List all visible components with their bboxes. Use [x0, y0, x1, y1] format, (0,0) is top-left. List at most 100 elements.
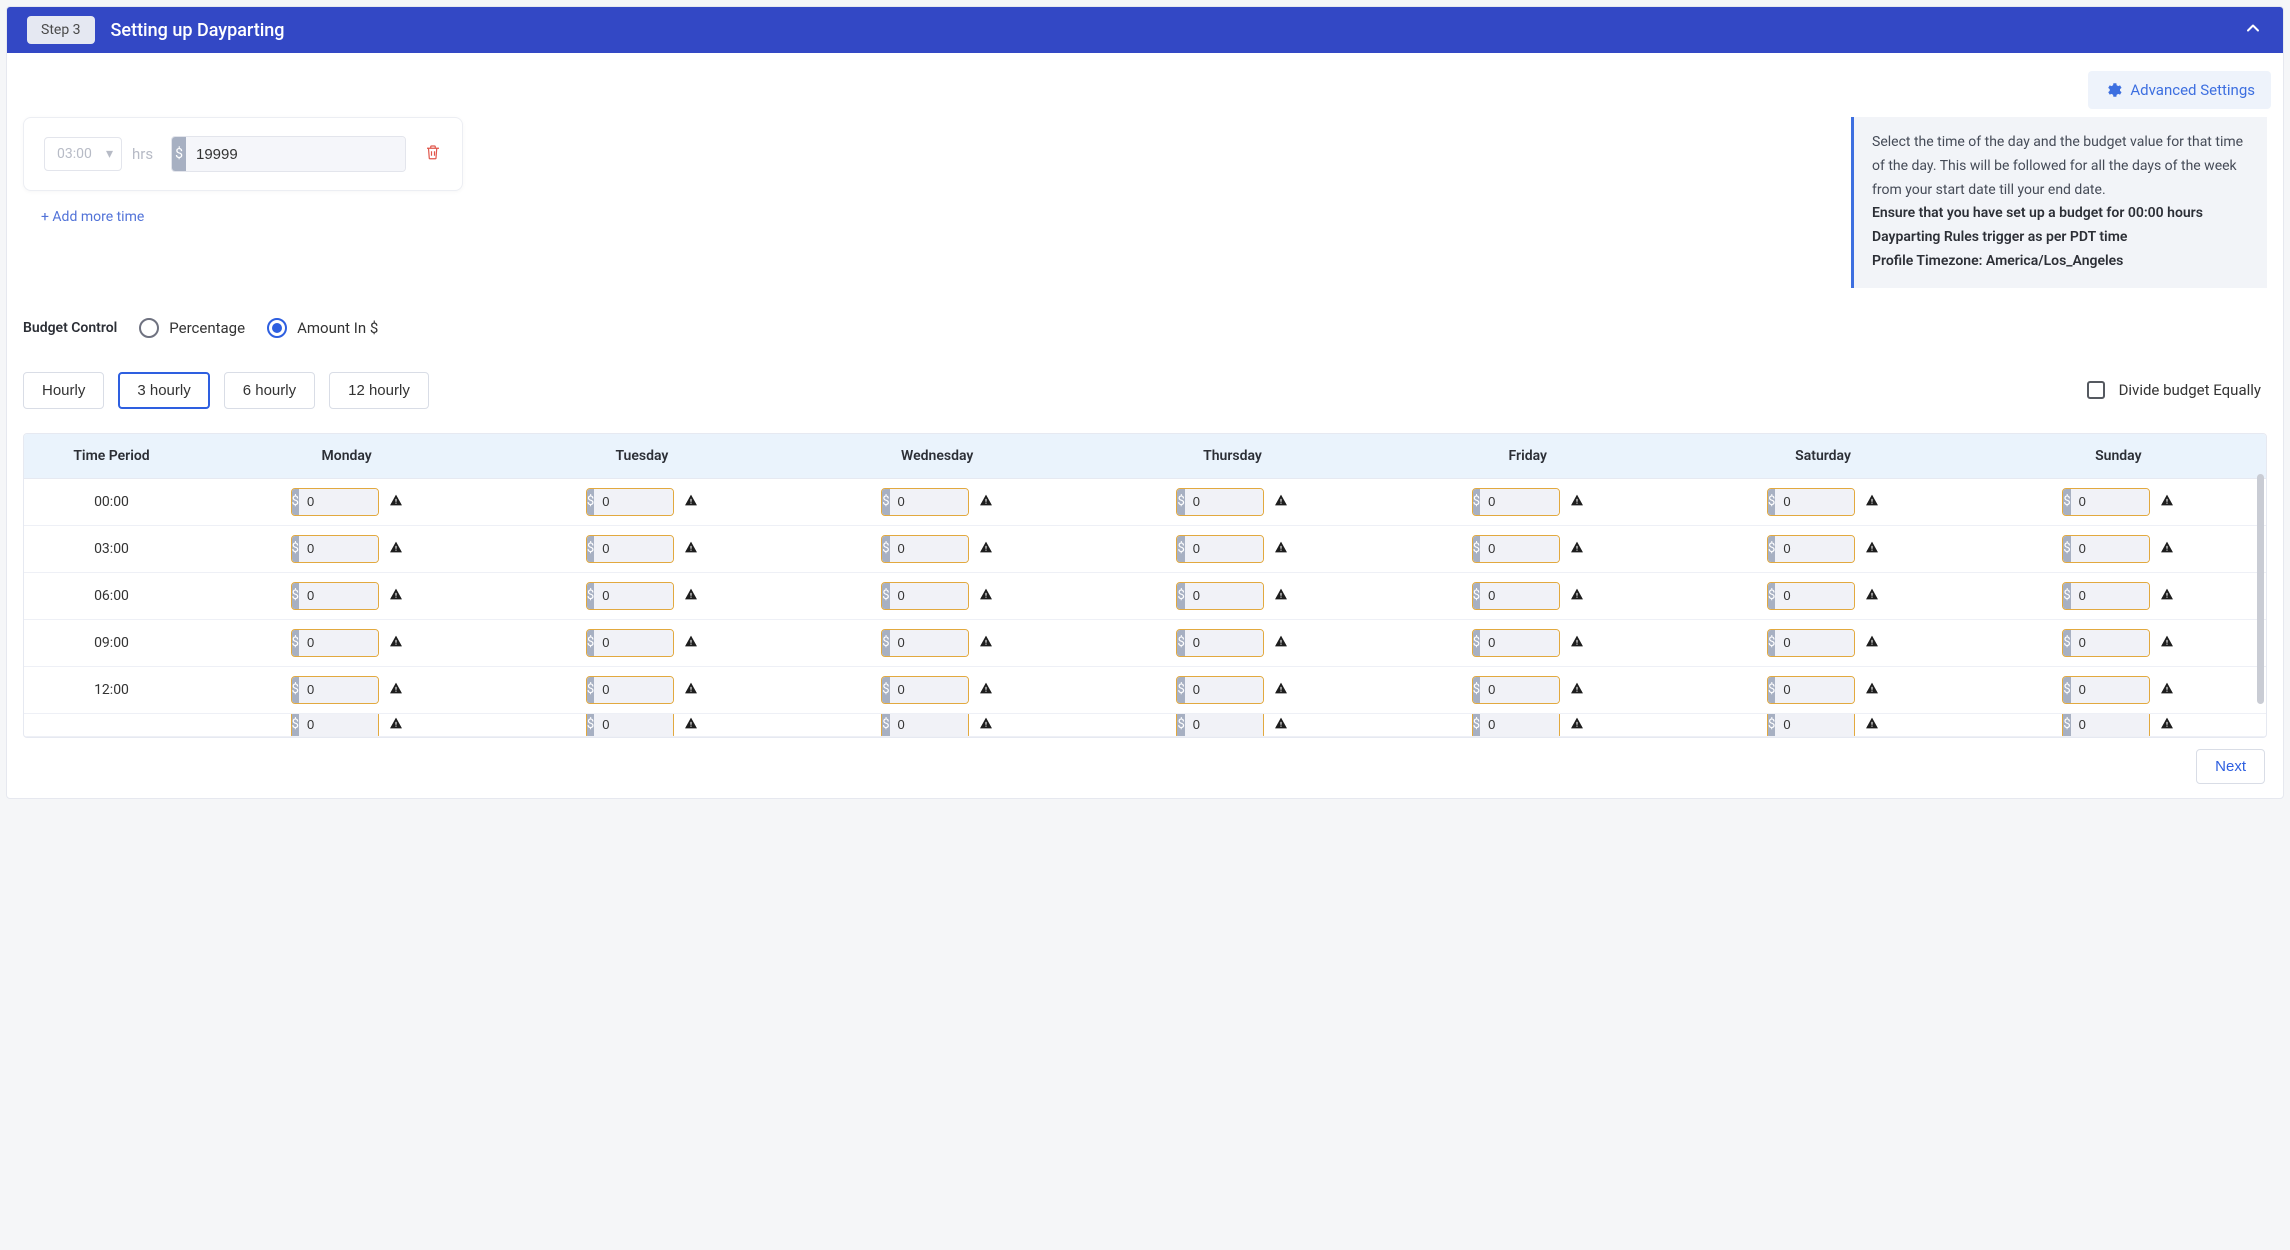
budget-cell-input[interactable]: $	[881, 714, 969, 737]
budget-cell-input[interactable]: $	[586, 488, 674, 516]
budget-cell-input[interactable]: $	[1767, 582, 1855, 610]
budget-cell-input[interactable]: $	[291, 714, 379, 737]
budget-cell-field[interactable]	[1185, 583, 1265, 609]
budget-cell-field[interactable]	[1185, 489, 1265, 515]
budget-cell-field[interactable]	[1480, 630, 1560, 656]
budget-cell-field[interactable]	[299, 536, 379, 562]
budget-cell-input[interactable]: $	[1472, 488, 1560, 516]
budget-cell-field[interactable]	[1185, 536, 1265, 562]
collapse-toggle[interactable]	[2243, 18, 2263, 42]
budget-cell-field[interactable]	[1775, 677, 1855, 703]
budget-cell-input[interactable]: $	[291, 488, 379, 516]
budget-cell-field[interactable]	[1775, 489, 1855, 515]
budget-cell-field[interactable]	[2071, 630, 2151, 656]
budget-cell-field[interactable]	[2071, 677, 2151, 703]
budget-cell-input[interactable]: $	[1472, 535, 1560, 563]
budget-cell-field[interactable]	[2071, 583, 2151, 609]
budget-cell-field[interactable]	[1480, 677, 1560, 703]
budget-cell-field[interactable]	[890, 489, 970, 515]
budget-cell-field[interactable]	[594, 677, 674, 703]
budget-cell-input[interactable]: $	[291, 535, 379, 563]
budget-cell-input[interactable]: $	[1472, 676, 1560, 704]
budget-cell-field[interactable]	[1775, 583, 1855, 609]
budget-cell-field[interactable]	[594, 630, 674, 656]
budget-cell-input[interactable]: $	[586, 676, 674, 704]
time-select[interactable]: 03:00 ▾	[44, 137, 122, 171]
budget-cell-field[interactable]	[299, 489, 379, 515]
budget-cell-input[interactable]: $	[881, 488, 969, 516]
budget-cell-input[interactable]: $	[1767, 535, 1855, 563]
budget-cell-field[interactable]	[594, 714, 674, 737]
budget-amount-input[interactable]: $	[171, 136, 406, 172]
budget-cell-field[interactable]	[2071, 536, 2151, 562]
budget-cell-field[interactable]	[1775, 536, 1855, 562]
delete-time-slot-button[interactable]	[424, 142, 442, 166]
budget-cell-input[interactable]: $	[2062, 535, 2150, 563]
budget-cell-input[interactable]: $	[1176, 582, 1264, 610]
budget-cell-input[interactable]: $	[1472, 582, 1560, 610]
budget-cell-field[interactable]	[1480, 583, 1560, 609]
budget-cell-input[interactable]: $	[586, 714, 674, 737]
budget-cell-input[interactable]: $	[1767, 488, 1855, 516]
budget-cell-field[interactable]	[1775, 714, 1855, 737]
budget-cell-input[interactable]: $	[881, 582, 969, 610]
budget-cell-input[interactable]: $	[586, 535, 674, 563]
budget-cell-input[interactable]: $	[1176, 535, 1264, 563]
freq-6hourly-button[interactable]: 6 hourly	[224, 372, 315, 409]
budget-cell-input[interactable]: $	[2062, 488, 2150, 516]
add-more-time-link[interactable]: + Add more time	[23, 191, 463, 225]
budget-cell-field[interactable]	[1775, 630, 1855, 656]
freq-hourly-button[interactable]: Hourly	[23, 372, 104, 409]
budget-cell-input[interactable]: $	[2062, 629, 2150, 657]
budget-cell-field[interactable]	[1185, 677, 1265, 703]
budget-cell-field[interactable]	[299, 583, 379, 609]
budget-cell-field[interactable]	[890, 583, 970, 609]
budget-cell-input[interactable]: $	[1176, 714, 1264, 737]
budget-cell-field[interactable]	[594, 583, 674, 609]
freq-12hourly-button[interactable]: 12 hourly	[329, 372, 429, 409]
advanced-settings-button[interactable]: Advanced Settings	[2088, 71, 2271, 109]
budget-cell-input[interactable]: $	[1176, 629, 1264, 657]
budget-cell-input[interactable]: $	[2062, 582, 2150, 610]
budget-cell-input[interactable]: $	[1472, 714, 1560, 737]
budget-amount-field[interactable]	[186, 137, 405, 171]
budget-cell-input[interactable]: $	[2062, 676, 2150, 704]
budget-cell-input[interactable]: $	[2062, 714, 2150, 737]
radio-percentage[interactable]: Percentage	[139, 318, 245, 338]
budget-cell-input[interactable]: $	[881, 676, 969, 704]
budget-cell-input[interactable]: $	[1767, 714, 1855, 737]
next-button[interactable]: Next	[2196, 749, 2265, 784]
budget-cell-field[interactable]	[299, 677, 379, 703]
budget-cell-field[interactable]	[1480, 536, 1560, 562]
budget-cell-field[interactable]	[1480, 489, 1560, 515]
budget-cell-input[interactable]: $	[1176, 488, 1264, 516]
radio-amount[interactable]: Amount In $	[267, 318, 378, 338]
budget-cell-input[interactable]: $	[881, 629, 969, 657]
budget-cell-field[interactable]	[299, 714, 379, 737]
budget-cell-field[interactable]	[890, 677, 970, 703]
budget-cell-input[interactable]: $	[291, 582, 379, 610]
budget-cell-input[interactable]: $	[291, 676, 379, 704]
budget-cell-field[interactable]	[299, 630, 379, 656]
grid-scrollbar[interactable]	[2257, 474, 2264, 704]
budget-cell-field[interactable]	[594, 489, 674, 515]
budget-cell-field[interactable]	[1185, 714, 1265, 737]
budget-cell-field[interactable]	[2071, 489, 2151, 515]
budget-cell-field[interactable]	[890, 714, 970, 737]
budget-cell-input[interactable]: $	[881, 535, 969, 563]
budget-cell-input[interactable]: $	[291, 629, 379, 657]
divide-equally-checkbox[interactable]: Divide budget Equally	[2087, 381, 2267, 399]
budget-cell-field[interactable]	[890, 630, 970, 656]
budget-cell-input[interactable]: $	[1472, 629, 1560, 657]
budget-cell-input[interactable]: $	[1176, 676, 1264, 704]
freq-3hourly-button[interactable]: 3 hourly	[118, 372, 209, 409]
budget-cell-input[interactable]: $	[1767, 676, 1855, 704]
budget-cell-input[interactable]: $	[1767, 629, 1855, 657]
budget-cell-field[interactable]	[2071, 714, 2151, 737]
budget-cell-field[interactable]	[1185, 630, 1265, 656]
budget-cell-input[interactable]: $	[586, 582, 674, 610]
budget-cell-field[interactable]	[594, 536, 674, 562]
budget-cell-field[interactable]	[1480, 714, 1560, 737]
budget-cell-input[interactable]: $	[586, 629, 674, 657]
budget-cell-field[interactable]	[890, 536, 970, 562]
